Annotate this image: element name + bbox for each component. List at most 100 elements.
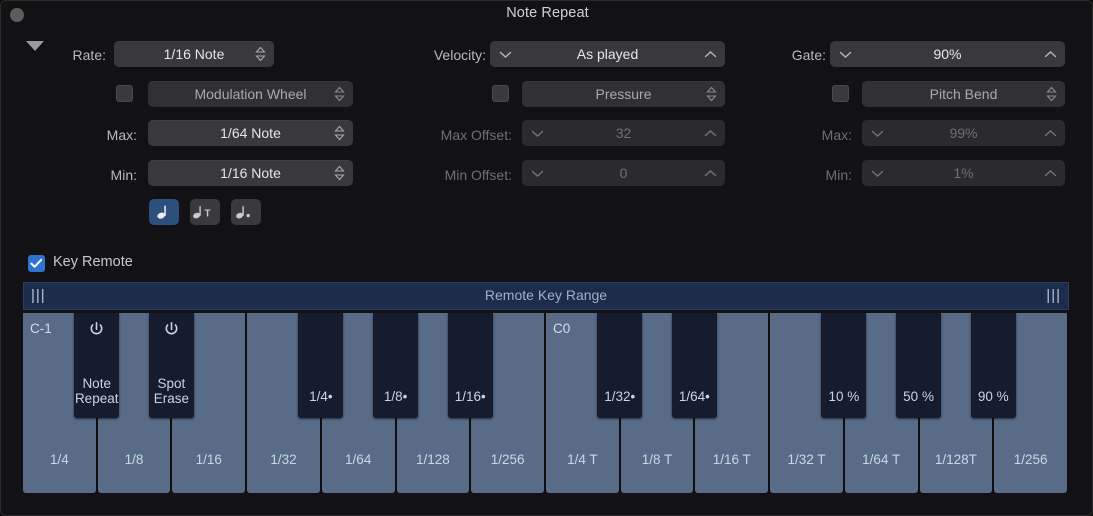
key-remote-label: Key Remote: [53, 254, 133, 270]
gate-stepper[interactable]: 90%: [830, 41, 1065, 67]
velocity-modifier-value: Pressure: [595, 86, 652, 102]
black-key-label: 1/16•: [454, 389, 486, 404]
window-title: Note Repeat: [506, 5, 589, 21]
black-key-label: 1/32•: [604, 389, 636, 404]
chevron-down-icon[interactable]: [524, 160, 550, 186]
white-key-label: 1/16 T: [712, 452, 751, 467]
velocity-stepper[interactable]: As played: [490, 41, 725, 67]
chevron-up-icon[interactable]: [1037, 120, 1063, 146]
velocity-max-offset-stepper[interactable]: 32: [522, 120, 725, 146]
key-remote-checkbox[interactable]: [28, 255, 45, 272]
velocity-max-offset-value: 32: [615, 125, 632, 141]
velocity-min-offset-label: Min Offset:: [444, 167, 512, 183]
white-key-label: 1/8 T: [641, 452, 673, 467]
black-key-label: 1/4•: [309, 389, 333, 404]
white-key-label: 1/4: [49, 452, 69, 467]
gate-max-value: 99%: [949, 125, 978, 141]
chevron-updown-icon: [334, 125, 345, 141]
note-type-straight-button[interactable]: [149, 199, 179, 225]
chevron-down-icon[interactable]: [524, 120, 550, 146]
white-key-label: 1/64: [345, 452, 372, 467]
velocity-max-offset-label: Max Offset:: [440, 127, 512, 143]
chevron-updown-icon: [334, 165, 345, 181]
note-icon: [157, 205, 166, 219]
black-key-label: 1/8•: [383, 389, 408, 404]
black-key[interactable]: 50 %: [896, 313, 941, 418]
note-dotted-icon: [236, 206, 250, 219]
note-triplet-icon: T: [193, 206, 211, 220]
black-key[interactable]: Note Repeat: [74, 313, 120, 418]
black-key-label: 50 %: [903, 389, 934, 404]
black-key[interactable]: 10 %: [821, 313, 867, 418]
gate-min-label: Min:: [825, 167, 852, 183]
black-key[interactable]: Spot Erase: [149, 313, 194, 418]
rate-min-label: Min:: [110, 167, 137, 183]
svg-text:T: T: [205, 209, 211, 220]
black-key[interactable]: 1/8•: [373, 313, 418, 418]
chevron-down-icon[interactable]: [492, 41, 518, 67]
black-key[interactable]: 1/16•: [447, 313, 493, 418]
gate-modifier-checkbox[interactable]: [832, 85, 849, 102]
gate-modifier-value: Pitch Bend: [929, 86, 998, 102]
gate-value: 90%: [933, 46, 962, 62]
remote-key-range-bar[interactable]: ||| Remote Key Range |||: [23, 282, 1069, 310]
white-key-label: 1/256: [490, 452, 525, 467]
black-key-label: 1/64•: [678, 389, 710, 404]
white-key-label: 1/32 T: [787, 452, 826, 467]
black-key[interactable]: 1/32•: [597, 313, 643, 418]
white-key-label: 1/4 T: [567, 452, 598, 467]
black-key[interactable]: 90 %: [970, 313, 1016, 418]
note-repeat-window: Note Repeat Rate: 1/16 Note Modulation W…: [0, 0, 1093, 516]
rate-popup[interactable]: 1/16 Note: [114, 41, 274, 67]
black-key[interactable]: 1/64•: [672, 313, 717, 418]
remote-key-range-title: Remote Key Range: [484, 287, 608, 303]
gate-min-stepper[interactable]: 1%: [862, 160, 1065, 186]
range-handle-right[interactable]: |||: [1046, 288, 1061, 304]
velocity-label: Velocity:: [433, 47, 486, 63]
checkmark-icon: [30, 258, 43, 268]
note-type-triplet-button[interactable]: T: [190, 199, 220, 225]
white-key-label: 1/128: [416, 452, 450, 467]
gate-max-label: Max:: [821, 127, 852, 143]
velocity-min-offset-stepper[interactable]: 0: [522, 160, 725, 186]
rate-modifier-popup[interactable]: Modulation Wheel: [148, 81, 353, 107]
chevron-up-icon[interactable]: [1037, 41, 1063, 67]
rate-max-popup[interactable]: 1/64 Note: [148, 120, 353, 146]
rate-modifier-checkbox[interactable]: [116, 85, 133, 102]
rate-min-value: 1/16 Note: [220, 165, 281, 181]
chevron-up-icon[interactable]: [1037, 160, 1063, 186]
octave-marker: C-1: [30, 321, 52, 336]
rate-modifier-value: Modulation Wheel: [194, 86, 307, 102]
white-key-label: 1/32: [270, 452, 297, 467]
remote-keyboard: C-1 1/4 1/8 1/16 1/32 1/64 1/128 1/256 C0 1/4 T 1/…: [23, 313, 1069, 493]
black-key-label: 90 %: [977, 389, 1009, 404]
black-key-label: 10 %: [828, 389, 860, 404]
power-icon: [74, 321, 119, 343]
rate-label: Rate:: [72, 47, 106, 63]
velocity-modifier-checkbox[interactable]: [492, 85, 509, 102]
velocity-modifier-popup[interactable]: Pressure: [522, 81, 725, 107]
chevron-updown-icon: [255, 46, 266, 62]
chevron-updown-icon: [706, 86, 717, 102]
velocity-min-offset-value: 0: [619, 165, 628, 181]
white-key-label: 1/256: [1013, 452, 1048, 467]
white-key-label: 1/128T: [934, 452, 977, 467]
power-icon: [149, 321, 194, 343]
chevron-down-icon[interactable]: [864, 160, 890, 186]
rate-max-value: 1/64 Note: [220, 125, 281, 141]
note-type-dotted-button[interactable]: [231, 199, 261, 225]
gate-label: Gate:: [791, 47, 826, 63]
chevron-down-icon[interactable]: [832, 41, 858, 67]
black-key-label: Spot Erase: [153, 376, 190, 406]
gate-modifier-popup[interactable]: Pitch Bend: [862, 81, 1065, 107]
rate-max-label: Max:: [106, 127, 137, 143]
chevron-down-icon[interactable]: [864, 120, 890, 146]
chevron-updown-icon: [334, 86, 345, 102]
rate-min-popup[interactable]: 1/16 Note: [148, 160, 353, 186]
gate-max-stepper[interactable]: 99%: [862, 120, 1065, 146]
black-key-label: Note Repeat: [74, 376, 119, 406]
white-key-label: 1/16: [195, 452, 222, 467]
title-bar: Note Repeat: [1, 1, 1093, 29]
octave-marker: C0: [553, 321, 571, 336]
black-key[interactable]: 1/4•: [298, 313, 344, 418]
